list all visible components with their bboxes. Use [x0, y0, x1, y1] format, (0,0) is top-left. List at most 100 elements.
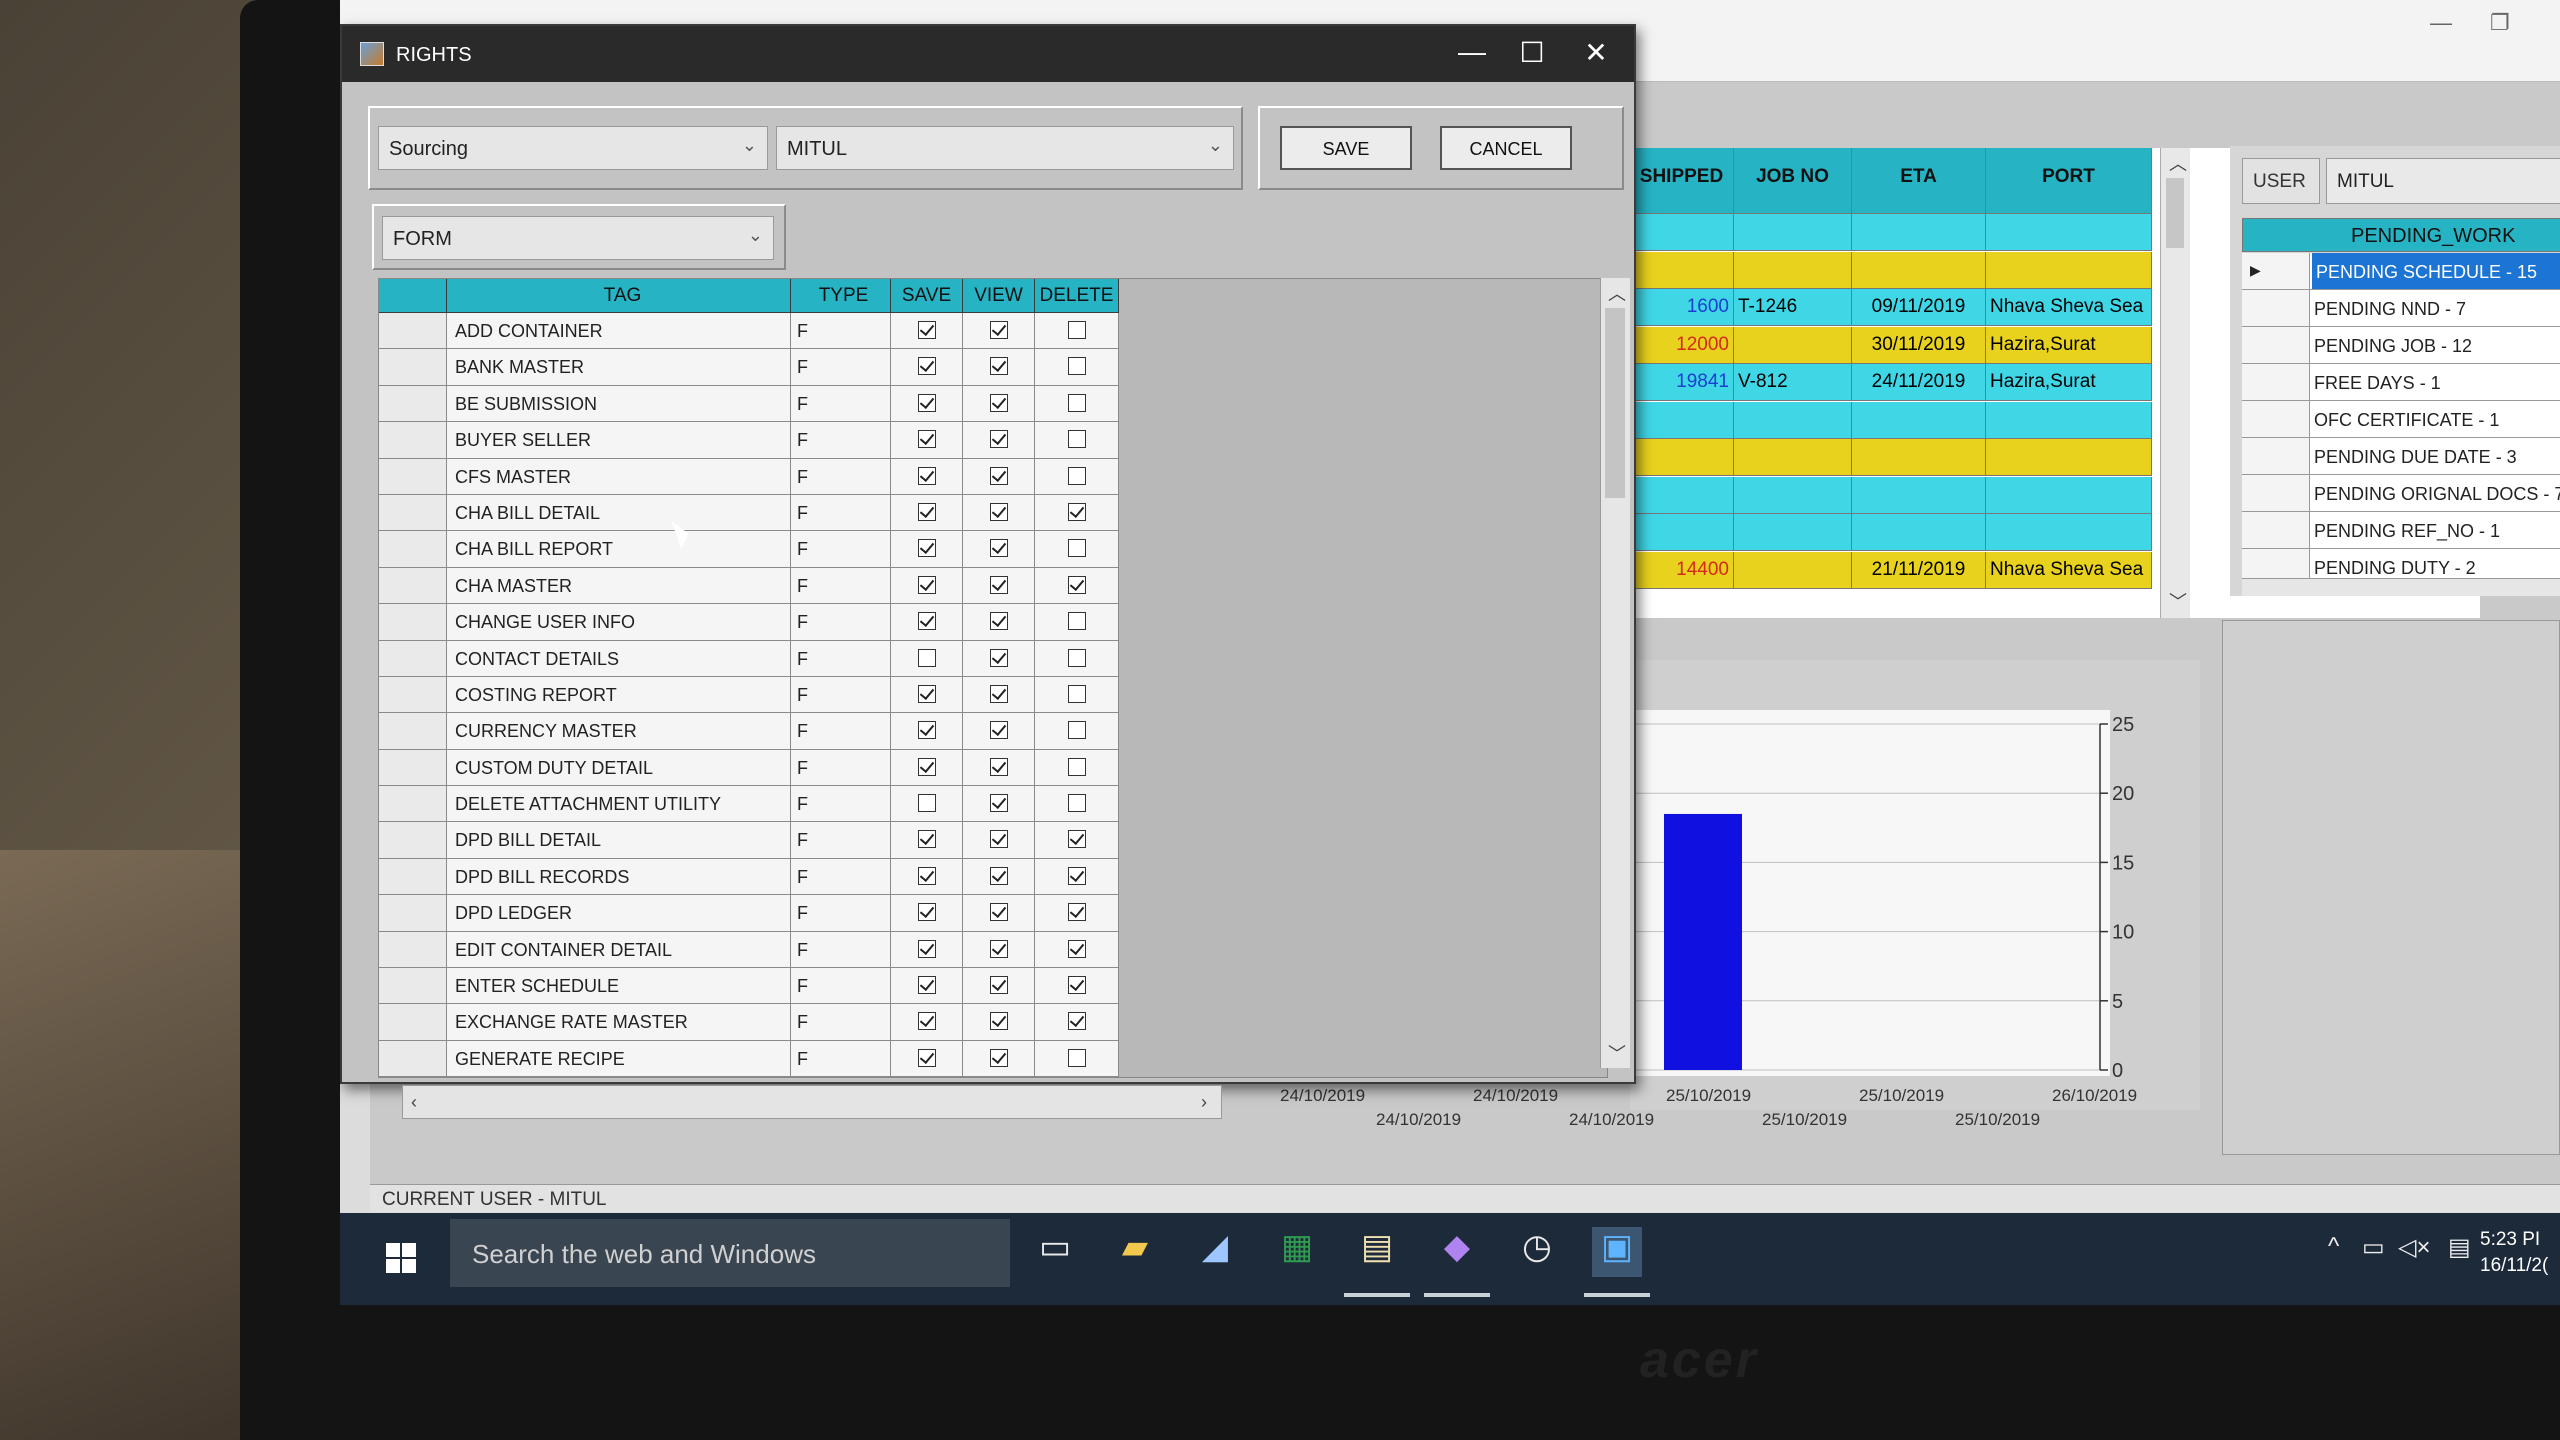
view-checkbox[interactable] [989, 830, 1008, 849]
scroll-up-icon[interactable]: ︿ [2169, 150, 2187, 176]
row-selector[interactable] [379, 422, 447, 459]
row-selector[interactable] [2242, 364, 2310, 400]
list-item[interactable]: PENDING ORIGNAL DOCS - 7 [2242, 475, 2560, 512]
col-tag[interactable]: TAG [447, 279, 791, 313]
view-checkbox[interactable] [989, 466, 1008, 485]
save-checkbox[interactable] [917, 1012, 936, 1031]
table-row[interactable]: CHANGE USER INFO F [379, 604, 1119, 641]
view-checkbox[interactable] [989, 939, 1008, 958]
type-select[interactable]: FORM ⌄ [382, 216, 774, 260]
save-checkbox[interactable] [917, 357, 936, 376]
row-selector[interactable] [379, 931, 447, 969]
user-select[interactable]: MITUL ⌄ [776, 126, 1234, 170]
row-selector[interactable] [2242, 475, 2310, 511]
table-row[interactable]: ENTER SCHEDULE F [379, 968, 1119, 1005]
view-checkbox[interactable] [989, 903, 1008, 922]
save-checkbox[interactable] [917, 393, 936, 412]
cancel-button[interactable]: CANCEL [1440, 126, 1572, 170]
table-row[interactable]: 12000 30/11/2019 Hazira,Surat [1630, 326, 2152, 364]
delete-checkbox[interactable] [1067, 321, 1086, 339]
search-input[interactable]: Search the web and Windows [450, 1219, 1010, 1287]
scroll-thumb[interactable] [1605, 308, 1625, 498]
view-checkbox[interactable] [989, 721, 1008, 740]
table-row[interactable]: DPD BILL RECORDS F [379, 858, 1119, 896]
delete-checkbox[interactable] [1067, 612, 1086, 631]
network-icon[interactable]: ▭ [2362, 1233, 2385, 1262]
rights-app-icon[interactable]: ▣ [1592, 1227, 1642, 1277]
list-item[interactable]: FREE DAYS - 1 [2242, 364, 2560, 401]
maximize-icon[interactable]: ☐ [1502, 36, 1562, 69]
table-row[interactable]: BANK MASTER F [379, 349, 1119, 386]
file-explorer-icon[interactable]: ▰ [1110, 1227, 1160, 1277]
col-delete[interactable]: DELETE [1035, 279, 1119, 313]
rights-grid-scrollbar[interactable]: ︿ ﹀ [1600, 278, 1630, 1068]
restore-icon[interactable]: ❐ [2490, 10, 2510, 36]
delete-checkbox[interactable] [1067, 976, 1086, 995]
delete-checkbox[interactable] [1067, 830, 1086, 849]
view-checkbox[interactable] [989, 539, 1008, 558]
scroll-down-icon[interactable]: ﹀ [1608, 1040, 1626, 1066]
view-checkbox[interactable] [989, 794, 1008, 813]
user-value[interactable]: MITUL [2326, 158, 2560, 204]
delete-checkbox[interactable] [1067, 466, 1086, 485]
row-selector[interactable] [2242, 327, 2310, 363]
row-selector[interactable] [2242, 290, 2310, 326]
row-selector[interactable] [379, 1004, 447, 1041]
delete-checkbox[interactable] [1067, 1048, 1086, 1067]
table-row[interactable]: COSTING REPORT F [379, 676, 1119, 714]
volume-muted-icon[interactable]: ◁× [2398, 1233, 2430, 1262]
save-checkbox[interactable] [917, 939, 936, 958]
delete-checkbox[interactable] [1067, 575, 1086, 594]
scroll-right-icon[interactable]: › [1201, 1092, 1207, 1113]
view-checkbox[interactable] [989, 866, 1008, 885]
view-checkbox[interactable] [989, 1048, 1008, 1067]
delete-checkbox[interactable] [1067, 684, 1086, 703]
delete-checkbox[interactable] [1067, 903, 1086, 922]
save-checkbox[interactable] [917, 976, 936, 995]
save-checkbox[interactable] [917, 321, 936, 339]
col-eta[interactable]: ETA [1852, 148, 1986, 214]
view-checkbox[interactable] [989, 393, 1008, 412]
scroll-up-icon[interactable]: ︿ [1608, 280, 1626, 306]
delete-checkbox[interactable] [1067, 648, 1086, 667]
save-checkbox[interactable] [917, 612, 936, 631]
save-checkbox[interactable] [917, 830, 936, 849]
scroll-left-icon[interactable]: ‹ [411, 1092, 417, 1113]
delete-checkbox[interactable] [1067, 866, 1086, 885]
chevron-up-icon[interactable]: ^ [2328, 1233, 2339, 1261]
list-item[interactable]: ▶ PENDING SCHEDULE - 15 [2242, 253, 2560, 290]
view-checkbox[interactable] [989, 357, 1008, 376]
edge-browser-icon[interactable]: ◢ [1190, 1227, 1240, 1277]
row-selector[interactable] [379, 1040, 447, 1077]
table-row[interactable]: DELETE ATTACHMENT UTILITY F [379, 786, 1119, 823]
scroll-down-icon[interactable]: ﹀ [2169, 588, 2187, 614]
delete-checkbox[interactable] [1067, 757, 1086, 776]
main-hscroll[interactable]: ‹ › [402, 1085, 1222, 1119]
row-selector[interactable] [379, 640, 447, 677]
pending-hscroll[interactable] [2242, 578, 2560, 596]
row-selector[interactable] [379, 968, 447, 1005]
table-row[interactable] [1630, 251, 2152, 289]
table-row[interactable]: 19841 V-812 24/11/2019 Hazira,Surat [1630, 364, 2152, 401]
list-item[interactable]: PENDING JOB - 12 [2242, 327, 2560, 364]
alarm-clock-icon[interactable]: ◷ [1512, 1227, 1562, 1277]
table-row[interactable]: CONTACT DETAILS F [379, 640, 1119, 677]
row-selector[interactable] [379, 313, 447, 350]
table-row[interactable]: EDIT CONTAINER DETAIL F [379, 931, 1119, 969]
start-button[interactable] [386, 1243, 416, 1273]
save-button[interactable]: SAVE [1280, 126, 1412, 170]
table-row[interactable]: CUSTOM DUTY DETAIL F [379, 749, 1119, 787]
table-row[interactable]: 1600 T-1246 09/11/2019 Nhava Sheva Sea [1630, 289, 2152, 326]
module-select[interactable]: Sourcing ⌄ [378, 126, 768, 170]
table-row[interactable]: CFS MASTER F [379, 458, 1119, 495]
table-row[interactable]: CHA BILL REPORT F [379, 531, 1119, 568]
col-port[interactable]: PORT [1986, 148, 2152, 214]
table-row[interactable]: CHA MASTER F [379, 567, 1119, 605]
row-selector[interactable] [379, 604, 447, 641]
view-checkbox[interactable] [989, 976, 1008, 995]
row-selector[interactable] [2242, 438, 2310, 474]
list-item[interactable]: PENDING NND - 7 [2242, 290, 2560, 327]
row-selector[interactable] [379, 786, 447, 823]
table-row[interactable] [1630, 401, 2152, 439]
row-selector[interactable] [2242, 512, 2310, 548]
